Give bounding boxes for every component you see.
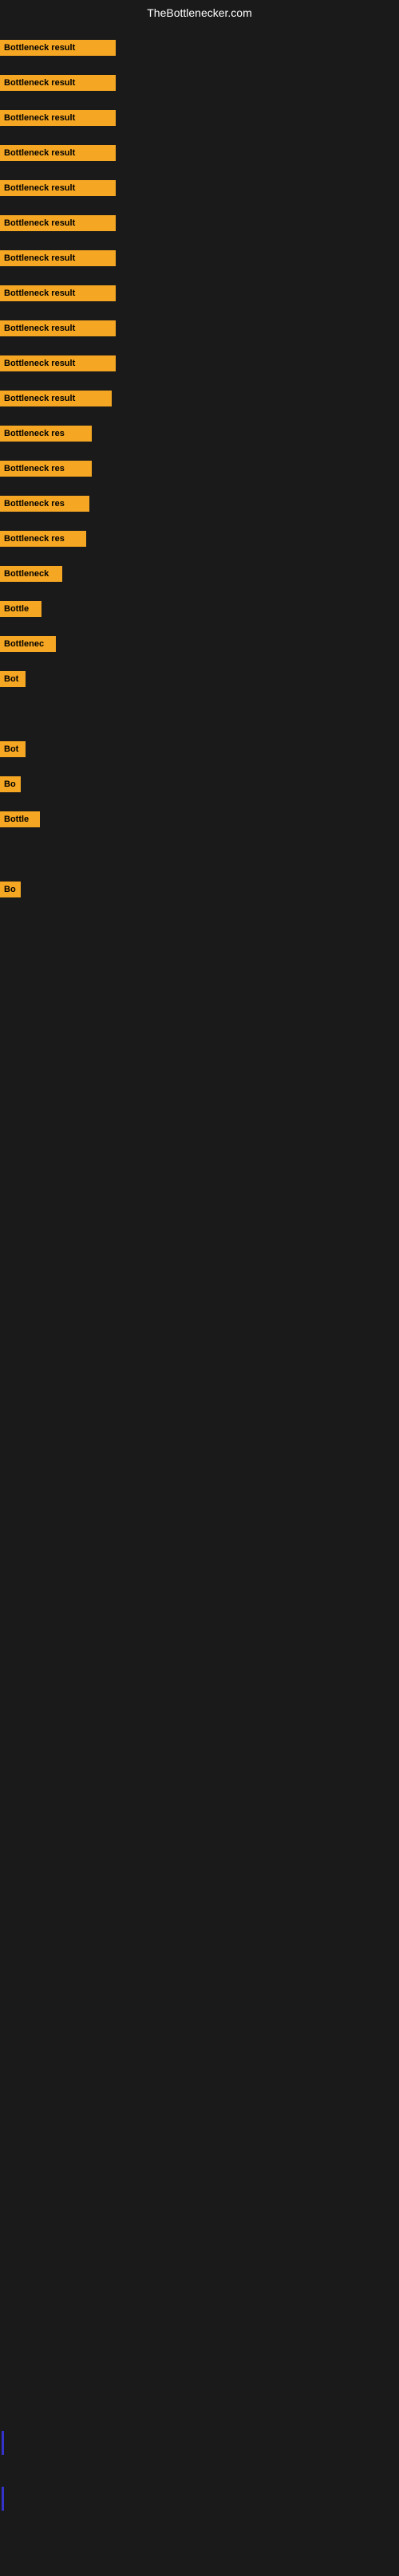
bottleneck-bar-7: Bottleneck result xyxy=(0,285,116,301)
bottleneck-bar-2: Bottleneck result xyxy=(0,110,116,126)
bottleneck-bar-3: Bottleneck result xyxy=(0,145,116,161)
vertical-line-1 xyxy=(2,2431,4,2455)
bottleneck-bar-8: Bottleneck result xyxy=(0,320,116,336)
page-container: TheBottlenecker.com Bottleneck resultBot… xyxy=(0,0,399,2576)
bottleneck-bar-12: Bottleneck res xyxy=(0,461,92,477)
bottleneck-bar-11: Bottleneck res xyxy=(0,426,92,442)
bottleneck-bar-4: Bottleneck result xyxy=(0,180,116,196)
bottleneck-bar-1: Bottleneck result xyxy=(0,75,116,91)
bottleneck-bar-24: Bo xyxy=(0,882,21,897)
chart-area: Bottleneck result Bottleneck result Bottle… xyxy=(0,26,399,2576)
site-title: TheBottlenecker.com xyxy=(0,0,399,22)
bottleneck-bar-16: Bottle xyxy=(0,601,41,617)
bottleneck-bar-10: Bottleneck result xyxy=(0,391,112,406)
bottleneck-bar-14: Bottleneck res xyxy=(0,531,86,547)
bottleneck-bar-21: Bo xyxy=(0,776,21,792)
bottleneck-bar-20: Bot xyxy=(0,741,26,757)
bottleneck-bar-0: Bottleneck result xyxy=(0,40,116,56)
bottleneck-bar-15: Bottleneck xyxy=(0,566,62,582)
bottleneck-bar-17: Bottlenec xyxy=(0,636,56,652)
bottleneck-bar-13: Bottleneck res xyxy=(0,496,89,512)
bottleneck-bar-5: Bottleneck result xyxy=(0,215,116,231)
vertical-line-2 xyxy=(2,2487,4,2511)
bottleneck-bar-22: Bottle xyxy=(0,811,40,827)
bottleneck-bar-9: Bottleneck result xyxy=(0,355,116,371)
bottleneck-bar-6: Bottleneck result xyxy=(0,250,116,266)
bottleneck-bar-18: Bot xyxy=(0,671,26,687)
